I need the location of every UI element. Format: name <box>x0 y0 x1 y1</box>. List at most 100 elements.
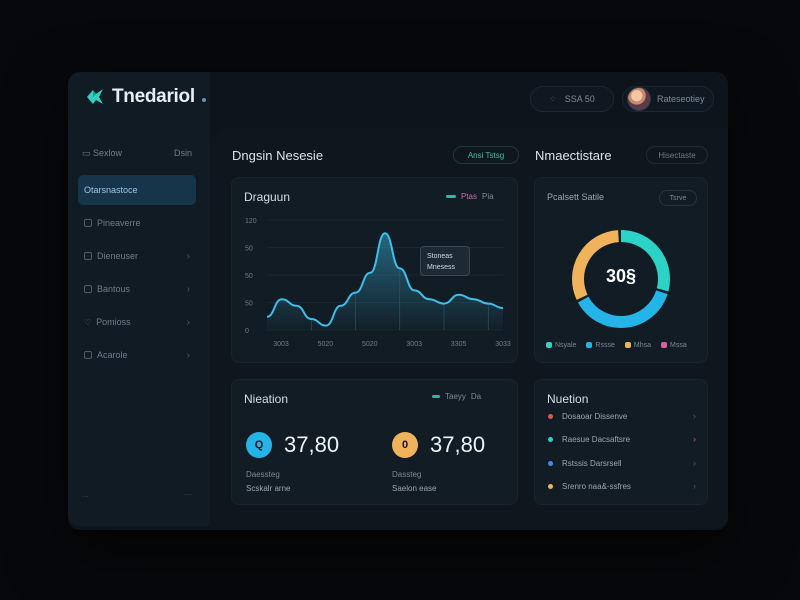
chart-card-title: Draguun <box>244 190 291 204</box>
section-left-title: Dngsin Nesesie <box>232 148 324 163</box>
chevron-right-icon: › <box>693 481 696 491</box>
chevron-right-icon: › <box>186 316 190 328</box>
status-dot <box>548 436 553 442</box>
app-title: Tnedariol <box>112 86 195 107</box>
sidebar-item-5[interactable]: Acarole › <box>78 340 196 370</box>
user-menu[interactable]: Rateseotiey <box>622 86 714 112</box>
sidebar-item-label: Dieneuser <box>97 251 139 261</box>
donut-badge-label: Tsrve <box>669 194 687 202</box>
donut-legend-2: Mhsa <box>624 342 651 349</box>
legend-label-a: Ptas <box>461 192 478 201</box>
list-item-0[interactable]: Dosaoar Dissenve › <box>548 409 696 423</box>
list-item-2[interactable]: Rstssis Darsrsell › <box>548 456 696 470</box>
stat-2-value: 37,80 <box>430 432 486 457</box>
list-item-3[interactable]: Srenro naa&-ssfres › <box>548 479 696 493</box>
x-tick-label: 5020 <box>362 341 378 348</box>
stat-1-value: 37,80 <box>284 432 340 457</box>
stats-legend-a: Taeyy <box>445 392 466 401</box>
sidebar-nav: ▭ Sexlow Dsin Otarsnastoce Pineaverre Di… <box>78 142 196 373</box>
list-item-1[interactable]: Raesue Dacsaftsre › <box>548 432 696 446</box>
status-dot <box>548 460 553 466</box>
donut-badge[interactable]: Tsrve <box>659 190 697 206</box>
sidebar-item-label: Bantous <box>97 284 131 294</box>
stat-1-label-2: Scskalr arne <box>246 484 291 493</box>
donut-center-value: 30§ <box>605 266 637 286</box>
status-dot <box>548 413 553 419</box>
chart-legend: Ptas Pia <box>446 192 494 201</box>
sidebar-item-3[interactable]: Bantous › <box>78 274 196 304</box>
sidebar-item-label: Pomioss <box>96 317 131 327</box>
monitor-icon: ▭ <box>82 148 91 158</box>
chevron-right-icon: › <box>186 349 190 361</box>
x-tick-label: 3033 <box>495 341 511 348</box>
list-card-title: Nuetion <box>547 392 589 406</box>
section-left-button[interactable]: Ansi Tstsg <box>453 146 519 164</box>
chart-tooltip: Stoneas Mnesess <box>420 246 470 276</box>
header-search-pill[interactable]: ⁘ SSA 50 <box>530 86 614 112</box>
line-chart[interactable]: 120 50 50 50 0 3003 5020 5020 3003 3305 3033 <box>231 212 518 352</box>
sidebar-item-label: Otarsnastoce <box>84 185 138 195</box>
stat-2: 0 37,80 <box>392 432 485 458</box>
logo-dot <box>201 98 206 102</box>
donut-legend-0: Nsyale <box>546 342 576 349</box>
folder-icon <box>84 252 92 260</box>
sidebar-heading-right[interactable]: Dsin <box>174 148 192 159</box>
sidebar-item-2[interactable]: Dieneuser › <box>78 241 196 271</box>
stat-2-label-2: Saelon ease <box>392 484 437 493</box>
header-search-label: SSA 50 <box>564 94 595 104</box>
list-item-label: Srenro naa&-ssfres <box>562 481 631 491</box>
app-logo[interactable]: Tnedariol <box>84 86 206 108</box>
sidebar-item-4[interactable]: ♡ Pomioss › <box>78 307 196 337</box>
chevron-right-icon: › <box>693 434 696 444</box>
y-tick-label: 50 <box>245 273 253 280</box>
sidebar-item-label: Acarole <box>97 350 128 360</box>
legend-swatch <box>446 195 456 198</box>
y-tick-label: 120 <box>245 218 257 225</box>
sidebar-heading-row: ▭ Sexlow Dsin <box>78 142 196 165</box>
grid-icon: ⁘ <box>549 93 557 104</box>
avatar <box>627 87 651 111</box>
heart-icon: ♡ <box>84 317 92 327</box>
sidebar-item-0[interactable]: Otarsnastoce <box>78 175 196 205</box>
y-tick-label: 50 <box>245 246 253 253</box>
section-right-button[interactable]: Hisectaste <box>646 146 708 164</box>
sidebar-heading: ▭ Sexlow <box>82 148 123 158</box>
x-tick-label: 3003 <box>406 341 422 348</box>
donut-legend: Nsyale Rssse Mhsa Mssa <box>546 342 687 349</box>
stats-legend-b: Da <box>470 392 482 401</box>
donut-legend-1: Rssse <box>586 342 615 349</box>
list-item-label: Rstssis Darsrsell <box>562 458 622 468</box>
donut-card-title: Pcalsett Satile <box>547 192 605 202</box>
file-icon <box>84 219 92 227</box>
y-tick-label: 0 <box>245 328 249 335</box>
x-tick-label: 3003 <box>273 341 289 348</box>
stats-legend: Taeyy Da <box>432 392 481 401</box>
stat-1-label-1: Daessteg <box>246 470 280 479</box>
list-item-label: Raesue Dacsaftsre <box>562 434 631 444</box>
donut-legend-3: Mssa <box>660 342 687 349</box>
y-tick-label: 50 <box>245 301 253 308</box>
sidebar-footer: ... --- <box>82 490 192 499</box>
stat-2-icon: 0 <box>392 432 418 458</box>
stat-1: Q 37,80 <box>246 432 339 458</box>
sidebar-item-label: Pineaverre <box>97 218 141 228</box>
chevron-right-icon: › <box>186 250 190 262</box>
status-dot <box>548 483 553 489</box>
user-name: Rateseotiey <box>657 94 705 104</box>
donut-slice[interactable] <box>577 290 668 328</box>
section-right-title: Nmaectistare <box>535 148 612 163</box>
sidebar-item-1[interactable]: Pineaverre <box>78 208 196 238</box>
chevron-right-icon: › <box>693 411 696 421</box>
x-tick-label: 5020 <box>318 341 334 348</box>
x-tick-label: 3305 <box>451 341 467 348</box>
stat-2-label-1: Dassteg <box>392 470 422 479</box>
stat-1-icon: Q <box>246 432 272 458</box>
tooltip-line-1: Stoneas <box>427 253 453 260</box>
chevron-right-icon: › <box>186 283 190 295</box>
document-icon <box>84 285 92 293</box>
stats-card-title: Nieation <box>244 392 289 406</box>
image-icon <box>84 351 92 359</box>
legend-swatch <box>432 395 440 398</box>
legend-label-b: Pia <box>482 192 494 201</box>
tooltip-line-2: Mnesess <box>427 264 456 271</box>
